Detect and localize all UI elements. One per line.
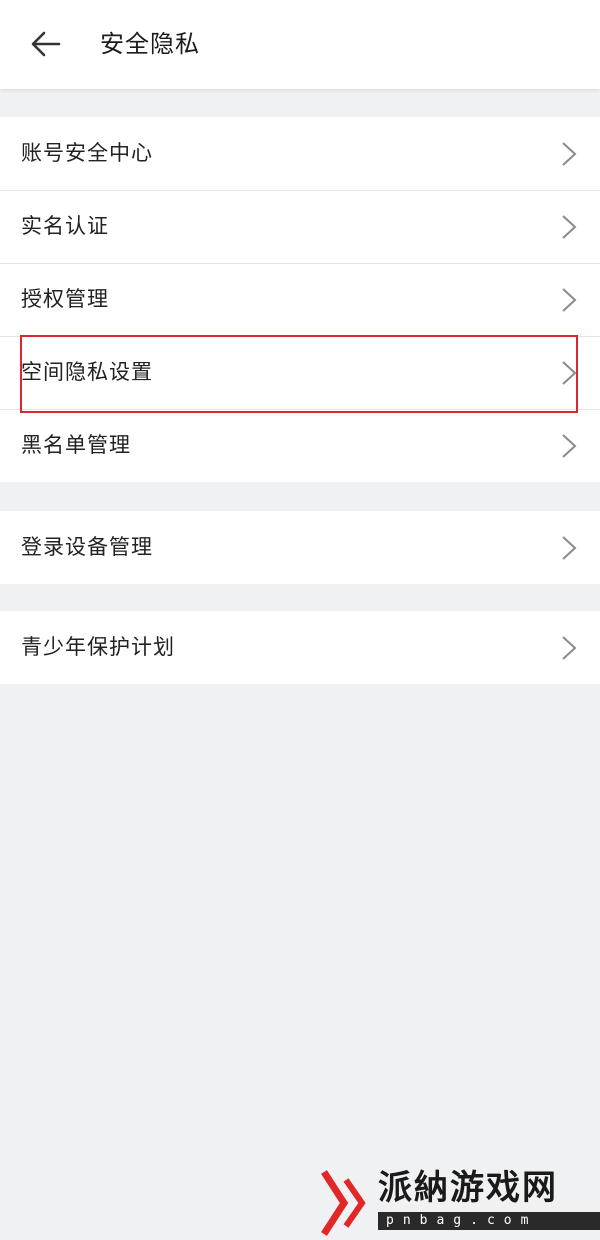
chevron-right-icon xyxy=(562,215,577,239)
chevron-right-icon xyxy=(562,361,577,385)
watermark-url: pnbag.com xyxy=(378,1212,600,1230)
menu-item-youth-protection-plan[interactable]: 青少年保护计划 xyxy=(0,611,600,684)
menu-item-label: 账号安全中心 xyxy=(21,141,153,165)
watermark: 派納游戏网 pnbag.com xyxy=(318,1166,600,1240)
settings-group-devices: 登录设备管理 xyxy=(0,511,600,584)
menu-item-label: 青少年保护计划 xyxy=(21,635,175,659)
arrow-left-icon xyxy=(31,31,61,57)
menu-item-real-name-verification[interactable]: 实名认证 xyxy=(0,190,600,263)
back-button[interactable] xyxy=(22,22,70,66)
menu-item-label: 登录设备管理 xyxy=(21,535,153,559)
menu-item-authorization-management[interactable]: 授权管理 xyxy=(0,263,600,336)
chevron-right-icon xyxy=(562,142,577,166)
chevron-right-icon xyxy=(562,636,577,660)
watermark-logo-icon xyxy=(321,1170,366,1236)
menu-item-account-security-center[interactable]: 账号安全中心 xyxy=(0,117,600,190)
watermark-text: 派納游戏网 xyxy=(378,1168,558,1208)
menu-item-blacklist-management[interactable]: 黑名单管理 xyxy=(0,409,600,482)
menu-item-label: 实名认证 xyxy=(21,214,109,238)
menu-item-label: 空间隐私设置 xyxy=(21,360,153,384)
menu-item-label: 授权管理 xyxy=(21,287,109,311)
chevron-right-icon xyxy=(562,434,577,458)
menu-item-label: 黑名单管理 xyxy=(21,433,131,457)
menu-item-login-device-management[interactable]: 登录设备管理 xyxy=(0,511,600,584)
menu-item-space-privacy-settings[interactable]: 空间隐私设置 xyxy=(0,336,600,409)
app-header: 安全隐私 xyxy=(0,0,600,89)
chevron-right-icon xyxy=(562,288,577,312)
page-title: 安全隐私 xyxy=(100,30,200,58)
settings-group-account: 账号安全中心 实名认证 授权管理 空间隐私设置 黑名单管理 xyxy=(0,117,600,482)
chevron-right-icon xyxy=(562,536,577,560)
settings-group-youth: 青少年保护计划 xyxy=(0,611,600,684)
